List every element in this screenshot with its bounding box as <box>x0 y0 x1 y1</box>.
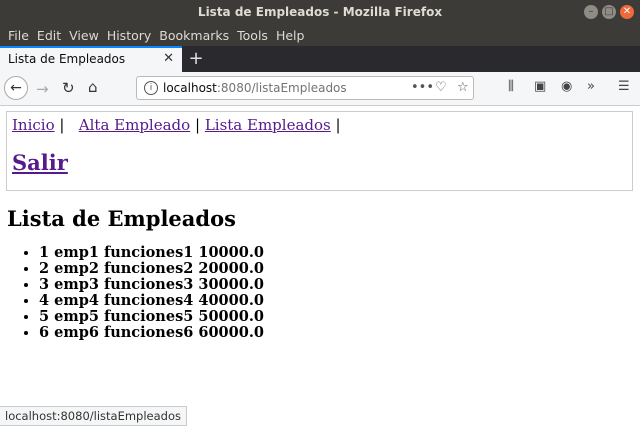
menu-view[interactable]: View <box>69 28 99 43</box>
menu-bar: File Edit View History Bookmarks Tools H… <box>0 24 640 46</box>
url-path: :8080/listaEmpleados <box>216 81 347 95</box>
home-icon[interactable]: ⌂ <box>88 78 98 96</box>
link-salir[interactable]: Salir <box>12 150 68 175</box>
minimize-icon[interactable]: – <box>584 5 598 19</box>
link-alta-empleado[interactable]: Alta Empleado <box>79 116 190 134</box>
status-bar: localhost:8080/listaEmpleados <box>0 406 187 426</box>
tab-lista-empleados[interactable]: Lista de Empleados ✕ <box>0 46 182 72</box>
list-item: 6 emp6 funciones6 60000.0 <box>39 325 264 341</box>
menu-help[interactable]: Help <box>276 28 305 43</box>
menu-edit[interactable]: Edit <box>37 28 61 43</box>
tab-bar: Lista de Empleados ✕ + <box>0 46 640 72</box>
maximize-icon[interactable]: □ <box>602 5 616 19</box>
tab-label: Lista de Empleados <box>8 52 126 66</box>
pocket-icon[interactable]: ♡ <box>435 80 447 95</box>
forward-arrow-icon[interactable]: → <box>36 80 49 98</box>
menu-history[interactable]: History <box>107 28 151 43</box>
list-item: 3 emp3 funciones3 30000.0 <box>39 277 264 293</box>
list-item: 2 emp2 funciones2 20000.0 <box>39 261 264 277</box>
menu-tools[interactable]: Tools <box>237 28 268 43</box>
employee-list: 1 emp1 funciones1 10000.0 2 emp2 funcion… <box>0 245 264 341</box>
header-box: Inicio | Alta Empleado | Lista Empleados… <box>6 111 633 191</box>
window-titlebar: Lista de Empleados - Mozilla Firefox – □… <box>0 0 640 24</box>
sidebar-icon[interactable]: ▣ <box>534 79 546 94</box>
new-tab-icon[interactable]: + <box>186 48 206 69</box>
bookmark-star-icon[interactable]: ☆ <box>457 80 469 95</box>
back-arrow-icon[interactable]: ← <box>4 76 28 100</box>
window-title: Lista de Empleados - Mozilla Firefox <box>197 5 443 19</box>
page-actions-icon[interactable]: ••• <box>411 80 434 95</box>
menu-file[interactable]: File <box>8 28 29 43</box>
close-window-icon[interactable]: ✕ <box>620 5 634 19</box>
link-inicio[interactable]: Inicio <box>12 116 55 134</box>
page-title: Lista de Empleados <box>7 206 236 231</box>
nav-separator: | <box>194 116 201 134</box>
nav-separator: | <box>59 116 65 134</box>
close-tab-icon[interactable]: ✕ <box>163 51 174 66</box>
page-content: Inicio | Alta Empleado | Lista Empleados… <box>0 105 640 407</box>
top-nav: Inicio | Alta Empleado | Lista Empleados… <box>12 116 341 134</box>
nav-separator: | <box>335 116 341 134</box>
url-host: localhost <box>163 81 217 95</box>
menu-bookmarks[interactable]: Bookmarks <box>159 28 229 43</box>
url-text[interactable]: localhost:8080/listaEmpleados <box>163 81 347 95</box>
reload-icon[interactable]: ↻ <box>62 79 75 97</box>
library-icon[interactable]: ⫼ <box>508 79 514 94</box>
list-item: 4 emp4 funciones4 40000.0 <box>39 293 264 309</box>
info-icon[interactable]: i <box>144 81 158 95</box>
list-item: 1 emp1 funciones1 10000.0 <box>39 245 264 261</box>
link-lista-empleados[interactable]: Lista Empleados <box>205 116 331 134</box>
account-icon[interactable]: ◉ <box>561 79 572 94</box>
list-item: 5 emp5 funciones5 50000.0 <box>39 309 264 325</box>
url-bar[interactable]: i localhost:8080/listaEmpleados ••• ♡ ☆ <box>136 76 474 100</box>
hamburger-menu-icon[interactable]: ☰ <box>618 79 630 94</box>
overflow-chevron-icon[interactable]: » <box>587 79 595 94</box>
navigation-toolbar: ← → ↻ ⌂ i localhost:8080/listaEmpleados … <box>0 72 640 106</box>
